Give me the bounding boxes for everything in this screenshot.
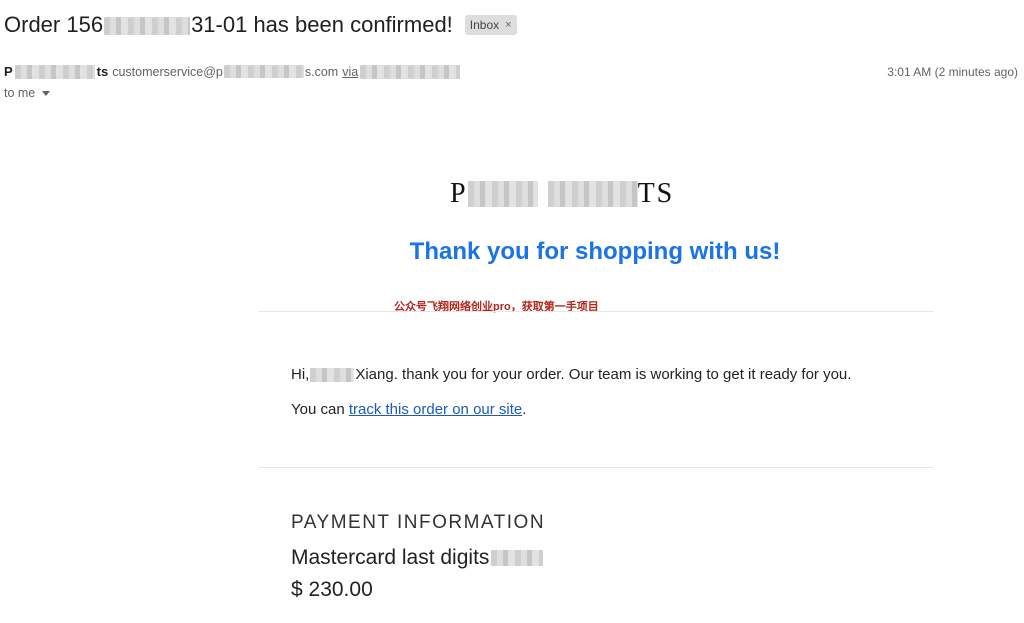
store-logo: P TS <box>450 178 674 210</box>
track-order-line: You can track this order on our site. <box>291 401 526 418</box>
greeting-text: Hi, Xiang. thank you for your order. Our … <box>291 366 851 383</box>
redacted-card-digits <box>491 550 544 566</box>
greeting-end: Xiang. thank you for your order. Our tea… <box>355 366 852 383</box>
sender-row: Pts customerservice@p s.com via 3:01 AM (… <box>4 64 1018 79</box>
payment-amount: $ 230.00 <box>291 578 373 601</box>
subject-prefix: Order 156 <box>4 12 104 37</box>
track-order-link[interactable]: track this order on our site <box>349 401 522 418</box>
track-suffix: . <box>522 401 527 418</box>
logo-end: TS <box>637 178 675 209</box>
redacted-sender-name <box>14 64 95 79</box>
recipients-toggle[interactable]: to me <box>4 86 51 100</box>
caret-down-icon[interactable] <box>42 91 51 96</box>
redacted-order-number <box>104 17 191 36</box>
divider-top <box>258 311 934 312</box>
greeting-start: Hi, <box>291 366 310 383</box>
track-prefix: You can <box>291 401 349 418</box>
email-subject: Order 156 31-01 has been confirmed! Inbox… <box>4 12 517 38</box>
email-view: Order 156 31-01 has been confirmed! Inbox… <box>0 0 1024 623</box>
sender-name-start: P <box>4 64 13 79</box>
subject-title: Order 156 31-01 has been confirmed! <box>4 12 453 38</box>
sender-email-end: s.com <box>304 64 339 79</box>
card-digits-line: Mastercard last digits <box>291 546 544 570</box>
logo-start: P <box>450 178 468 209</box>
thank-you-heading: Thank you for shopping with us! <box>409 238 781 265</box>
redacted-via-domain <box>360 64 461 79</box>
via-link[interactable]: via <box>342 65 358 79</box>
redacted-logo-part-1 <box>467 181 538 207</box>
logo-gap <box>537 181 548 207</box>
payment-information-heading: PAYMENT INFORMATION <box>291 512 546 533</box>
inbox-label-chip[interactable]: Inbox × <box>464 15 517 35</box>
sender-email-start: customerservice@p <box>112 64 223 79</box>
card-digits-label: Mastercard last digits <box>291 546 490 569</box>
divider-middle <box>258 467 934 468</box>
redacted-logo-part-2 <box>547 181 638 207</box>
redacted-customer-name <box>310 367 355 382</box>
subject-suffix: 31-01 has been confirmed! <box>191 12 453 37</box>
sender-name-end: ts <box>96 64 109 79</box>
sender-name[interactable]: Pts <box>4 64 108 79</box>
inbox-label-text: Inbox <box>469 18 500 32</box>
recipients-label: to me <box>4 86 36 100</box>
redacted-email-domain <box>223 65 304 78</box>
email-timestamp[interactable]: 3:01 AM (2 minutes ago) <box>887 65 1018 79</box>
sender-email: customerservice@p s.com <box>112 65 338 79</box>
remove-label-close-icon[interactable]: × <box>505 19 511 31</box>
